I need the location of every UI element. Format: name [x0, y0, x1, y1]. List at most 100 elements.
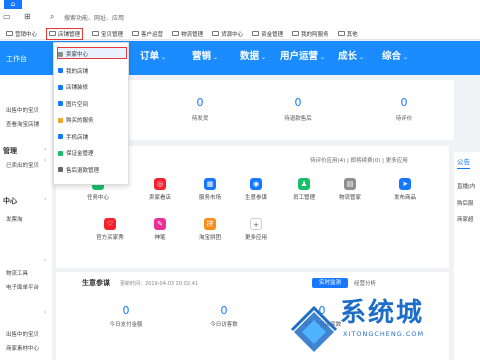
nav-item[interactable]: 综合 ⌄	[382, 48, 408, 62]
stat-label: 待发货	[191, 116, 209, 122]
dropdown-item[interactable]: 卖家中心	[58, 50, 88, 58]
app-shortcut[interactable]: ➤ 发布商品	[385, 178, 425, 201]
chevron-down-icon: ⌄	[320, 54, 326, 61]
dropdown-item[interactable]: 图片空间	[58, 100, 88, 108]
bookmark-item[interactable]: 宝贝管理	[92, 30, 123, 38]
minimize-icon[interactable]: ▭	[3, 12, 11, 21]
sidebar: 出售中的宝贝 查看淘宝店铺 管理 › 已卖出的宝贝 › 中心 › 发票淘 › 物…	[0, 75, 52, 360]
announcement-item[interactable]: 商家超	[457, 215, 474, 223]
metric-value[interactable]: 0	[106, 304, 146, 317]
nav-item[interactable]: 数据 ⌄	[240, 48, 266, 62]
nav-item[interactable]: 成长 ⌄	[338, 48, 364, 62]
app-shortcut[interactable]: ✎ 神笔	[140, 218, 180, 241]
sidebar-heading[interactable]: 管理	[3, 146, 17, 156]
mobile-store-icon	[58, 134, 63, 139]
chevron-down-icon: ⌄	[359, 54, 365, 61]
stat-value[interactable]: 0	[180, 96, 220, 109]
watermark-text: 系统城	[340, 298, 425, 328]
app-shortcut[interactable]: 拼淘宝拼团	[190, 218, 230, 241]
stat-value[interactable]: 0	[384, 96, 424, 109]
app-icon: ♟	[298, 178, 310, 190]
folder-icon	[92, 31, 100, 36]
stat-value[interactable]: 0	[278, 96, 318, 109]
app-icon: ▤	[344, 178, 356, 190]
sidebar-item[interactable]: 电子面单平台	[6, 283, 39, 291]
announcement-item[interactable]: 直播|内	[457, 182, 475, 190]
chevron-right-icon[interactable]: ›	[44, 146, 46, 153]
search-input[interactable]: 搜索功能、网址、应用	[64, 13, 124, 22]
dropdown-item[interactable]: 手机店铺	[58, 133, 88, 141]
chevron-right-icon[interactable]: ›	[44, 257, 46, 264]
bookmark-label: 资金管理	[261, 31, 284, 38]
bookmark-label: 我的阿服务	[301, 31, 329, 38]
chevron-right-icon[interactable]: ›	[44, 309, 46, 316]
bookmark-item[interactable]: 资金管理	[252, 30, 283, 38]
workbench-link[interactable]: 工作台	[6, 54, 27, 64]
app-shortcut[interactable]: + 更多应用	[236, 218, 276, 241]
app-shortcut[interactable]: ▦ 服务市场	[190, 178, 230, 201]
nav-item[interactable]: 用户运营 ⌄	[280, 48, 325, 62]
sidebar-item[interactable]: 查看淘宝店铺	[6, 120, 39, 128]
sidebar-item[interactable]: 出售中的宝贝	[6, 330, 39, 338]
tab-realtime[interactable]: 实时监测	[312, 278, 348, 288]
app-shortcut[interactable]: ♡ 官方买家秀	[90, 218, 130, 241]
announcement-tab[interactable]: 公告	[457, 156, 470, 169]
bookmark-item[interactable]: 营销中心	[6, 30, 37, 38]
app-icon: ✎	[154, 218, 166, 230]
stat-label: 待退款售后	[284, 116, 312, 122]
update-time: 更新时间：2019-04-03 20:02:41	[120, 281, 199, 287]
dropdown-item-label: 保证金管理	[66, 151, 94, 157]
apps-summary[interactable]: 待评价应用(4) | 即将续费(0) | 更多应用	[310, 156, 408, 164]
chevron-down-icon: ⌄	[261, 54, 267, 61]
nav-item-label: 订单	[140, 51, 160, 62]
app-shortcut[interactable]: ♟ 员工管理	[284, 178, 324, 201]
image-space-icon	[58, 101, 63, 106]
app-icon: ◉	[250, 178, 262, 190]
bookmark-label: 宝贝管理	[101, 31, 124, 38]
bookmark-item[interactable]: 店铺管理	[46, 27, 84, 40]
sidebar-item[interactable]: 出售中的宝贝	[6, 106, 39, 114]
home-icon[interactable]: ⌂	[4, 0, 22, 9]
dropdown-item-label: 购买的服务	[66, 118, 94, 124]
dropdown-item-label: 手机店铺	[66, 134, 89, 141]
dropdown-item[interactable]: 保证金管理	[58, 149, 94, 157]
grid-icon[interactable]: ⊞	[24, 12, 31, 21]
folder-icon	[49, 31, 57, 36]
folder-icon	[337, 31, 345, 36]
nav-item[interactable]: 订单 ⌄	[140, 48, 166, 62]
sidebar-heading[interactable]: 中心	[3, 196, 17, 206]
bookmark-item[interactable]: 其他	[337, 30, 358, 38]
nav-item[interactable]: 营销 ⌄	[192, 48, 218, 62]
chevron-down-icon: ⌄	[161, 54, 167, 61]
app-shortcut[interactable]: ◉ 生意参谋	[236, 178, 276, 201]
app-shortcut[interactable]: ◎ 卖家看店	[140, 178, 180, 201]
bookmark-item[interactable]: 物流管理	[172, 30, 203, 38]
sidebar-item[interactable]: 已卖出的宝贝	[6, 161, 39, 169]
refund-icon	[58, 167, 63, 172]
folder-icon	[6, 31, 13, 36]
watermark-url: XITONGCHENG.COM	[343, 330, 425, 338]
dropdown-item[interactable]: 购买的服务	[58, 116, 94, 124]
app-label: 发布商品	[393, 195, 416, 201]
dropdown-item[interactable]: 售后退款管理	[58, 166, 99, 174]
dropdown-item[interactable]: 我的店铺	[58, 67, 88, 75]
sidebar-item[interactable]: 物流工具	[6, 269, 28, 277]
metric-value[interactable]: 0	[204, 304, 244, 317]
search-icon[interactable]: ⌕	[50, 12, 54, 22]
bookmark-label: 其他	[346, 31, 358, 38]
sidebar-item[interactable]: 发票淘	[6, 215, 23, 223]
deposit-icon	[58, 150, 63, 156]
announcement-item[interactable]: 购后服	[457, 199, 474, 207]
chevron-down-icon: ⌄	[403, 54, 409, 61]
tab-analysis[interactable]: 经营分析	[354, 279, 376, 287]
bookmark-item[interactable]: 货源中心	[212, 30, 243, 38]
app-label: 更多应用	[244, 235, 267, 241]
bookmark-item[interactable]: 我的阿服务	[292, 30, 329, 38]
dropdown-item-label: 店铺装修	[66, 85, 89, 91]
app-shortcut[interactable]: ▤ 物流管家	[330, 178, 370, 201]
bookmark-item[interactable]: 客户运营	[132, 30, 163, 38]
dropdown-item[interactable]: 店铺装修	[58, 83, 88, 91]
chevron-right-icon[interactable]: ›	[44, 157, 46, 164]
sidebar-item[interactable]: 商家素材中心	[6, 344, 39, 352]
chevron-right-icon[interactable]: ›	[44, 196, 46, 203]
